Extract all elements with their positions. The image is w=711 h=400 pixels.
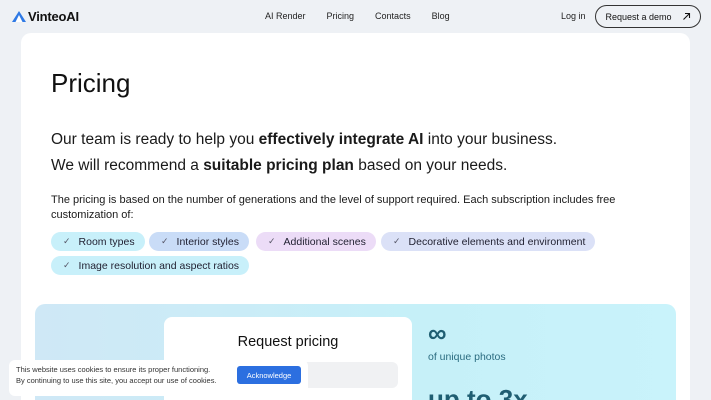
request-demo-button[interactable]: Request a demo <box>595 5 701 28</box>
infinity-icon: ∞ <box>428 318 447 348</box>
lead-2-c: based on your needs. <box>353 157 508 174</box>
tag-label: Interior styles <box>176 235 239 248</box>
speedup-stat: up to 3x <box>428 384 528 400</box>
tag-decorative-elements: ✓ Decorative elements and environment <box>381 232 596 251</box>
login-link[interactable]: Log in <box>561 11 586 21</box>
tag-label: Room types <box>78 235 135 248</box>
cookie-banner: This website uses cookies to ensure its … <box>9 360 308 396</box>
check-icon: ✓ <box>268 236 276 246</box>
acknowledge-button[interactable]: Acknowledge <box>237 366 301 384</box>
lead-2-a: We will recommend a <box>51 157 204 174</box>
nav-link-pricing[interactable]: Pricing <box>327 11 355 21</box>
nav-link-contacts[interactable]: Contacts <box>375 11 411 21</box>
lead-line-1: Our team is ready to help you effectivel… <box>51 131 557 149</box>
logo-text: VinteoAI <box>28 9 79 24</box>
nav-link-ai-render[interactable]: AI Render <box>265 11 306 21</box>
pricing-description: The pricing is based on the number of ge… <box>51 194 616 221</box>
lead-1-bold: effectively integrate AI <box>258 131 424 148</box>
tag-label: Image resolution and aspect ratios <box>78 259 240 272</box>
nav-links: AI Render Pricing Contacts Blog <box>265 11 471 21</box>
request-demo-label: Request a demo <box>605 11 672 22</box>
request-pricing-title: Request pricing <box>237 334 339 350</box>
check-icon: ✓ <box>393 236 401 246</box>
logo[interactable]: VinteoAI <box>12 9 79 24</box>
nav-link-blog[interactable]: Blog <box>432 11 450 21</box>
check-icon: ✓ <box>63 260 71 270</box>
cookie-line-2: By continuing to use this site, you acce… <box>16 375 217 385</box>
lead-1-c: into your business. <box>423 131 558 148</box>
lead-1-a: Our team is ready to help you <box>51 131 259 148</box>
tag-image-resolution: ✓ Image resolution and aspect ratios <box>51 256 250 275</box>
arrow-up-right-icon <box>682 12 690 20</box>
cookie-text: This website uses cookies to ensure its … <box>16 365 217 386</box>
page-title: Pricing <box>51 68 131 98</box>
tag-label: Decorative elements and environment <box>408 235 586 248</box>
tag-interior-styles: ✓ Interior styles <box>149 232 249 251</box>
tag-additional-scenes: ✓ Additional scenes <box>256 232 376 251</box>
check-icon: ✓ <box>161 236 169 246</box>
unique-photos-label: of unique photos <box>428 351 506 363</box>
lead-2-bold: suitable pricing plan <box>203 157 354 174</box>
logo-icon <box>12 11 26 22</box>
check-icon: ✓ <box>63 236 71 246</box>
tag-room-types: ✓ Room types <box>51 232 145 251</box>
cookie-line-1: This website uses cookies to ensure its … <box>16 365 211 374</box>
top-nav: VinteoAI AI Render Pricing Contacts Blog… <box>0 0 711 33</box>
tag-label: Additional scenes <box>283 235 366 248</box>
lead-line-2: We will recommend a suitable pricing pla… <box>51 157 507 175</box>
